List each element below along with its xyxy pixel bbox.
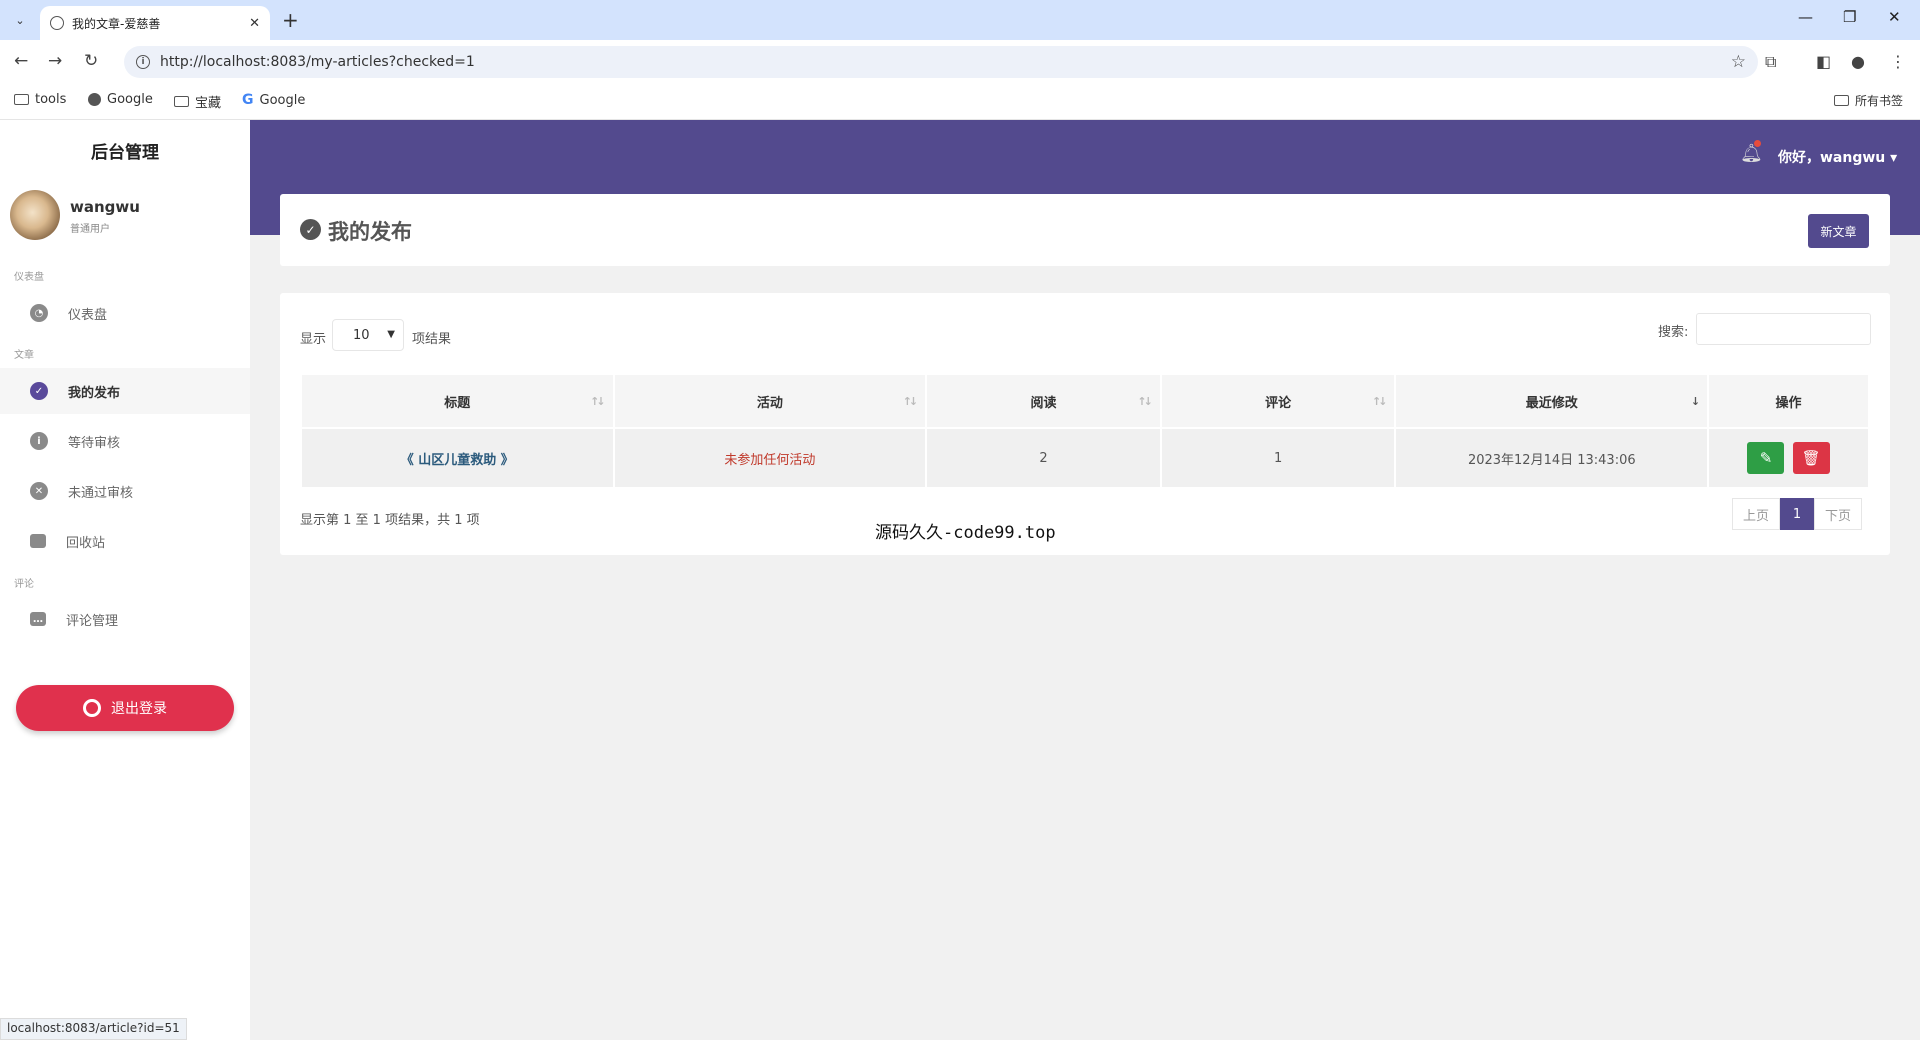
restore-icon[interactable]: ❐ bbox=[1843, 8, 1856, 26]
notification-dot bbox=[1754, 140, 1761, 147]
article-comments: 1 bbox=[1159, 427, 1397, 489]
trash-icon: 🗑︎ bbox=[1801, 449, 1821, 467]
folder-icon bbox=[14, 94, 29, 105]
chevron-down-icon: ▼ bbox=[387, 329, 395, 340]
table-header-row: 标题 ↑↓ 活动 ↑↓ 阅读 ↑↓ 评论 ↑↓ 最近修改 ↓ 操作 bbox=[300, 373, 1870, 429]
minimize-icon[interactable]: — bbox=[1798, 8, 1813, 26]
article-actions: ✎ 🗑︎ bbox=[1707, 427, 1870, 489]
window-close-icon[interactable]: ✕ bbox=[1888, 8, 1901, 26]
article-title-link[interactable]: 《 山区儿童救助 》 bbox=[300, 427, 615, 489]
reload-icon[interactable]: ↻ bbox=[84, 51, 98, 71]
status-bar-url: localhost:8083/article?id=51 bbox=[0, 1018, 187, 1040]
section-label-comments: 评论 bbox=[14, 579, 34, 590]
prev-page-button[interactable]: 上页 bbox=[1732, 498, 1781, 530]
article-reads: 2 bbox=[925, 427, 1162, 489]
pagination: 上页 1 下页 bbox=[1732, 498, 1863, 530]
check-circle-icon: ✓ bbox=[30, 382, 48, 400]
info-icon: i bbox=[30, 432, 48, 450]
column-header-actions: 操作 bbox=[1707, 373, 1870, 429]
x-circle-icon: ✕ bbox=[30, 482, 48, 500]
bookmark-tools[interactable]: tools bbox=[14, 92, 66, 107]
bookmark-google[interactable]: Google bbox=[88, 92, 153, 107]
sidepanel-icon[interactable]: ◧ bbox=[1816, 52, 1831, 71]
all-bookmarks[interactable]: 所有书签 bbox=[1834, 92, 1903, 109]
pencil-icon: ✎ bbox=[1759, 449, 1773, 467]
url-text: http://localhost:8083/my-articles?checke… bbox=[160, 54, 475, 70]
sidebar-item-rejected[interactable]: ✕ 未通过审核 bbox=[0, 468, 250, 514]
folder-icon bbox=[1834, 95, 1849, 106]
browser-tab[interactable]: 我的文章-爱慈善 ✕ bbox=[40, 6, 270, 40]
page-length-select[interactable]: 10 ▼ bbox=[332, 319, 404, 351]
sidebar-item-trash[interactable]: 回收站 bbox=[0, 518, 250, 564]
overlay-caption: 源码久久-code99.top bbox=[875, 523, 1056, 543]
section-label-dashboard: 仪表盘 bbox=[14, 272, 44, 283]
bookmark-star-icon[interactable]: ☆ bbox=[1731, 52, 1746, 72]
new-article-button[interactable]: 新文章 bbox=[1808, 214, 1869, 248]
sidebar-item-pending[interactable]: i 等待审核 bbox=[0, 418, 250, 464]
browser-tab-bar: ⌄ 我的文章-爱慈善 ✕ + — ❐ ✕ bbox=[0, 0, 1920, 40]
trash-icon bbox=[30, 534, 46, 548]
comment-icon: … bbox=[30, 612, 46, 626]
site-info-icon[interactable]: i bbox=[136, 55, 150, 69]
user-role: 普通用户 bbox=[70, 224, 110, 235]
dashboard-icon: ◔ bbox=[30, 304, 48, 322]
tab-title: 我的文章-爱慈善 bbox=[72, 16, 161, 31]
address-bar[interactable]: i http://localhost:8083/my-articles?chec… bbox=[124, 46, 1758, 78]
length-suffix: 项结果 bbox=[412, 332, 452, 347]
edit-button[interactable]: ✎ bbox=[1747, 442, 1785, 474]
table-row: 《 山区儿童救助 》 未参加任何活动 2 1 2023年12月14日 13:43… bbox=[300, 427, 1870, 489]
extensions-icon[interactable]: ⧉ bbox=[1765, 52, 1776, 72]
column-header-reads[interactable]: 阅读 ↑↓ bbox=[925, 373, 1162, 429]
delete-button[interactable]: 🗑︎ bbox=[1792, 442, 1830, 474]
column-header-activity[interactable]: 活动 ↑↓ bbox=[612, 373, 928, 429]
lifebuoy-icon bbox=[83, 699, 101, 717]
section-label-articles: 文章 bbox=[14, 350, 34, 361]
column-header-title[interactable]: 标题 ↑↓ bbox=[300, 373, 615, 429]
article-activity: 未参加任何活动 bbox=[612, 427, 928, 489]
sidebar-item-dashboard[interactable]: ◔ 仪表盘 bbox=[0, 290, 250, 336]
menu-icon[interactable]: ⋮ bbox=[1890, 52, 1906, 71]
sort-icon: ↑↓ bbox=[1137, 395, 1153, 408]
search-input[interactable] bbox=[1696, 313, 1871, 345]
article-modified: 2023年12月14日 13:43:06 bbox=[1394, 427, 1710, 489]
length-label: 显示 bbox=[300, 332, 327, 347]
page-header-card: ✓ 我的发布 新文章 bbox=[280, 194, 1890, 266]
google-icon: G bbox=[242, 92, 254, 108]
table-info: 显示第 1 至 1 项结果，共 1 项 bbox=[300, 513, 480, 528]
next-page-button[interactable]: 下页 bbox=[1814, 498, 1863, 530]
logout-button[interactable]: 退出登录 bbox=[16, 685, 234, 731]
user-greeting-dropdown[interactable]: 你好，wangwu ▾ bbox=[1778, 147, 1897, 167]
folder-icon bbox=[174, 96, 189, 107]
globe-icon bbox=[50, 16, 64, 30]
articles-table: 标题 ↑↓ 活动 ↑↓ 阅读 ↑↓ 评论 ↑↓ 最近修改 ↓ 操作 《 山区儿童救助 》 … bbox=[300, 373, 1870, 489]
search-label: 搜索: bbox=[1658, 325, 1689, 340]
sort-icon: ↑↓ bbox=[590, 395, 606, 408]
profile-icon[interactable]: ● bbox=[1851, 52, 1865, 71]
bookmarks-bar: tools Google 宝藏 G Google 所有书签 bbox=[0, 84, 1920, 120]
bookmark-google-2[interactable]: G Google bbox=[242, 92, 305, 108]
new-tab-icon[interactable]: + bbox=[282, 8, 299, 32]
sort-icon: ↑↓ bbox=[902, 395, 919, 408]
sort-desc-icon: ↓ bbox=[1690, 395, 1700, 408]
column-header-comments[interactable]: 评论 ↑↓ bbox=[1159, 373, 1397, 429]
back-icon[interactable]: ← bbox=[14, 51, 28, 71]
tab-search-icon[interactable]: ⌄ bbox=[8, 8, 32, 32]
sidebar: 后台管理 wangwu 普通用户 仪表盘 ◔ 仪表盘 文章 ✓ 我的发布 i 等… bbox=[0, 120, 250, 1040]
bookmark-treasure[interactable]: 宝藏 bbox=[174, 92, 221, 111]
avatar bbox=[10, 190, 60, 240]
forward-icon[interactable]: → bbox=[48, 51, 62, 71]
column-header-modified[interactable]: 最近修改 ↓ bbox=[1394, 373, 1710, 429]
globe-icon bbox=[88, 93, 101, 106]
sort-icon: ↑↓ bbox=[1372, 395, 1388, 408]
articles-table-card: 显示 10 ▼ 项结果 搜索: 标题 ↑↓ 活动 ↑↓ 阅读 ↑↓ 评论 ↑↓ 最近修改… bbox=[280, 293, 1890, 555]
check-circle-icon: ✓ bbox=[300, 219, 321, 240]
page-title: 我的发布 bbox=[328, 220, 412, 244]
browser-toolbar: ← → ↻ i http://localhost:8083/my-article… bbox=[0, 40, 1920, 84]
sidebar-item-my-posts[interactable]: ✓ 我的发布 bbox=[0, 368, 250, 414]
user-name: wangwu bbox=[70, 198, 140, 216]
close-icon[interactable]: ✕ bbox=[249, 16, 260, 31]
brand-title: 后台管理 bbox=[91, 143, 159, 163]
page-1-button[interactable]: 1 bbox=[1780, 498, 1815, 530]
sidebar-item-comments[interactable]: … 评论管理 bbox=[0, 596, 250, 642]
